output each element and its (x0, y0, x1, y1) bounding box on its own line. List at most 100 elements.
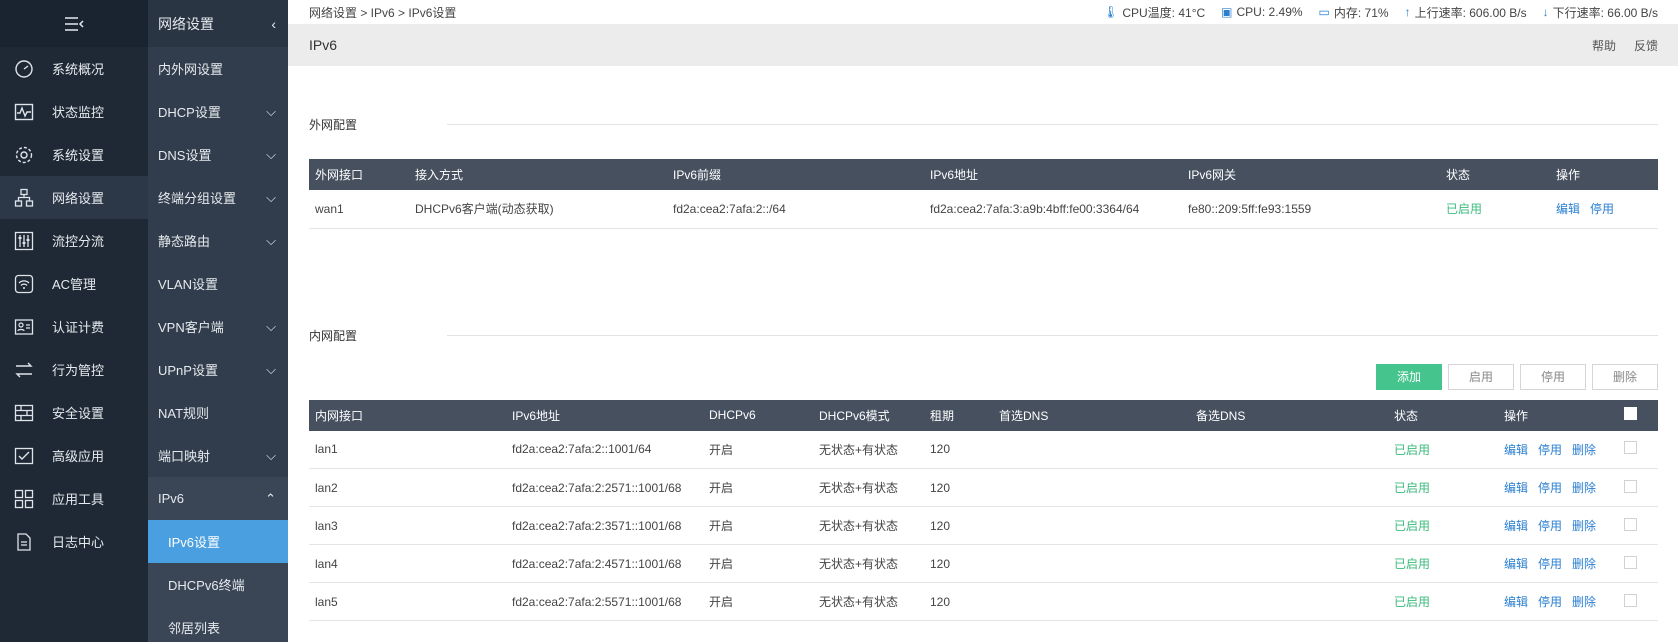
edit-link[interactable]: 编辑 (1556, 202, 1580, 216)
cell-dns1 (993, 544, 1190, 583)
download-value: 下行速率: 66.00 B/s (1552, 5, 1658, 20)
chevron-down-icon: ⌵ (266, 103, 276, 119)
enable-button[interactable]: 启用 (1448, 363, 1514, 390)
disable-button[interactable]: 停用 (1520, 363, 1586, 390)
subnav-title: 网络设置 (158, 15, 214, 32)
subnav-item-port-map[interactable]: 端口映射 ⌵ (148, 434, 288, 477)
add-button[interactable]: 添加 (1376, 363, 1442, 390)
subnav-label: VPN客户端 (158, 320, 224, 335)
column-header: IPv6地址 (930, 168, 979, 182)
edit-link[interactable]: 编辑 (1504, 519, 1528, 533)
subnav-item-ipv6[interactable]: IPv6 ⌃ (148, 477, 288, 520)
delete-link[interactable]: 删除 (1572, 481, 1596, 495)
disable-link[interactable]: 停用 (1538, 595, 1562, 609)
cell-dns2 (1190, 506, 1388, 545)
disable-link[interactable]: 停用 (1590, 202, 1614, 216)
feedback-link[interactable]: 反馈 (1634, 37, 1658, 54)
header-links: 帮助 反馈 (1592, 37, 1658, 54)
cell-method: DHCPv6客户端(动态获取) (409, 190, 667, 229)
edit-link[interactable]: 编辑 (1504, 443, 1528, 457)
cell-dns1 (993, 506, 1190, 545)
edit-link[interactable]: 编辑 (1504, 595, 1528, 609)
sidebar-item-overview[interactable]: 系统概况 (0, 47, 148, 90)
monitor-icon: ▭ (1318, 5, 1330, 19)
sidebar-item-auth[interactable]: 认证计费 (0, 305, 148, 348)
subnav-item-vlan[interactable]: VLAN设置 (148, 262, 288, 305)
delete-link[interactable]: 删除 (1572, 519, 1596, 533)
subnav-item-terminal-group[interactable]: 终端分组设置 ⌵ (148, 176, 288, 219)
subnav-item-dhcpv6-clients[interactable]: DHCPv6终端 (148, 563, 288, 606)
sidebar-item-ac[interactable]: AC管理 (0, 262, 148, 305)
status-badge: 已启用 (1440, 190, 1550, 229)
cell-address: fd2a:cea2:7afa:2:4571::1001/68 (506, 544, 703, 583)
sidebar-item-behavior[interactable]: 行为管控 (0, 348, 148, 391)
sidebar-item-system[interactable]: 系统设置 (0, 133, 148, 176)
cell-address: fd2a:cea2:7afa:3:a9b:4bff:fe00:3364/64 (924, 190, 1182, 229)
sidebar-item-security[interactable]: 安全设置 (0, 391, 148, 434)
subnav-item-dhcp[interactable]: DHCP设置 ⌵ (148, 90, 288, 133)
arrow-up-icon: ↑ (1404, 5, 1411, 19)
sidebar-item-tools[interactable]: 应用工具 (0, 477, 148, 520)
subnav-item-ipv6-settings[interactable]: IPv6设置 (148, 520, 288, 563)
subnav-label: 终端分组设置 (158, 191, 237, 206)
subnav-item-wan-lan[interactable]: 内外网设置 (148, 47, 288, 90)
gear-icon (12, 143, 36, 167)
sidebar-item-logs[interactable]: 日志中心 (0, 520, 148, 563)
row-checkbox-cell (1618, 468, 1658, 507)
cell-prefix: fd2a:cea2:7afa:2::/64 (667, 190, 924, 229)
sidebar-item-label: 系统设置 (52, 148, 105, 163)
sidebar-item-advanced[interactable]: 高级应用 (0, 434, 148, 477)
edit-link[interactable]: 编辑 (1504, 481, 1528, 495)
subnav-item-nat[interactable]: NAT规则 (148, 391, 288, 434)
delete-button[interactable]: 删除 (1592, 363, 1658, 390)
wan-table: 外网接口 接入方式 IPv6前缀 IPv6地址 IPv6网关 状态 操作 wan… (309, 159, 1658, 229)
cell-dns2 (1190, 468, 1388, 507)
disable-link[interactable]: 停用 (1538, 557, 1562, 571)
help-link[interactable]: 帮助 (1592, 37, 1616, 54)
collapse-menu-button[interactable] (0, 0, 148, 47)
arrow-down-icon: ↓ (1542, 5, 1549, 19)
subnav-item-upnp[interactable]: UPnP设置 ⌵ (148, 348, 288, 391)
mem-stat: ▭ 内存: 71% (1319, 4, 1389, 21)
disable-link[interactable]: 停用 (1538, 481, 1562, 495)
sidebar-item-label: 状态监控 (52, 105, 105, 120)
sidebar-item-monitor[interactable]: 状态监控 (0, 90, 148, 133)
subnav-item-dns[interactable]: DNS设置 ⌵ (148, 133, 288, 176)
apps-icon (12, 487, 36, 511)
disable-link[interactable]: 停用 (1538, 519, 1562, 533)
select-all-checkbox[interactable] (1624, 407, 1637, 420)
cell-dns1 (993, 430, 1190, 469)
subnav-item-neighbors[interactable]: 邻居列表 (148, 606, 288, 642)
subnav-label: IPv6设置 (168, 535, 221, 550)
column-header: 外网接口 (315, 168, 364, 182)
sidebar-item-flow[interactable]: 流控分流 (0, 219, 148, 262)
row-checkbox[interactable] (1624, 517, 1637, 531)
row-checkbox[interactable] (1624, 593, 1637, 607)
sidebar-item-network[interactable]: 网络设置 (0, 176, 148, 219)
subnav-label: 端口映射 (158, 449, 211, 464)
page-header: IPv6 帮助 反馈 (288, 24, 1678, 66)
cell-iface: wan1 (309, 190, 409, 229)
subnav-item-vpn[interactable]: VPN客户端 ⌵ (148, 305, 288, 348)
delete-link[interactable]: 删除 (1572, 557, 1596, 571)
lan-toolbar: 添加 启用 停用 删除 (309, 363, 1658, 390)
network-icon (12, 186, 36, 210)
row-checkbox[interactable] (1624, 479, 1637, 493)
chevron-down-icon: ⌵ (266, 318, 276, 334)
cell-dhcp: 开启 (703, 468, 813, 507)
row-checkbox[interactable] (1624, 555, 1637, 569)
column-header: 租期 (930, 408, 955, 423)
table-row: lan4 fd2a:cea2:7afa:2:4571::1001/68 开启 无… (309, 544, 1658, 583)
edit-link[interactable]: 编辑 (1504, 557, 1528, 571)
subnav-header: 网络设置 ‹ (148, 0, 288, 47)
collapse-subnav-icon[interactable]: ‹ (271, 16, 276, 32)
subnav-item-static-route[interactable]: 静态路由 ⌵ (148, 219, 288, 262)
delete-link[interactable]: 删除 (1572, 443, 1596, 457)
row-checkbox[interactable] (1624, 441, 1637, 455)
divider (447, 124, 1658, 125)
disable-link[interactable]: 停用 (1538, 443, 1562, 457)
upload-stat: ↑ 上行速率: 606.00 B/s (1405, 4, 1527, 21)
chevron-down-icon: ⌵ (266, 361, 276, 377)
cell-mode: 无状态+有状态 (813, 582, 924, 621)
delete-link[interactable]: 删除 (1572, 595, 1596, 609)
